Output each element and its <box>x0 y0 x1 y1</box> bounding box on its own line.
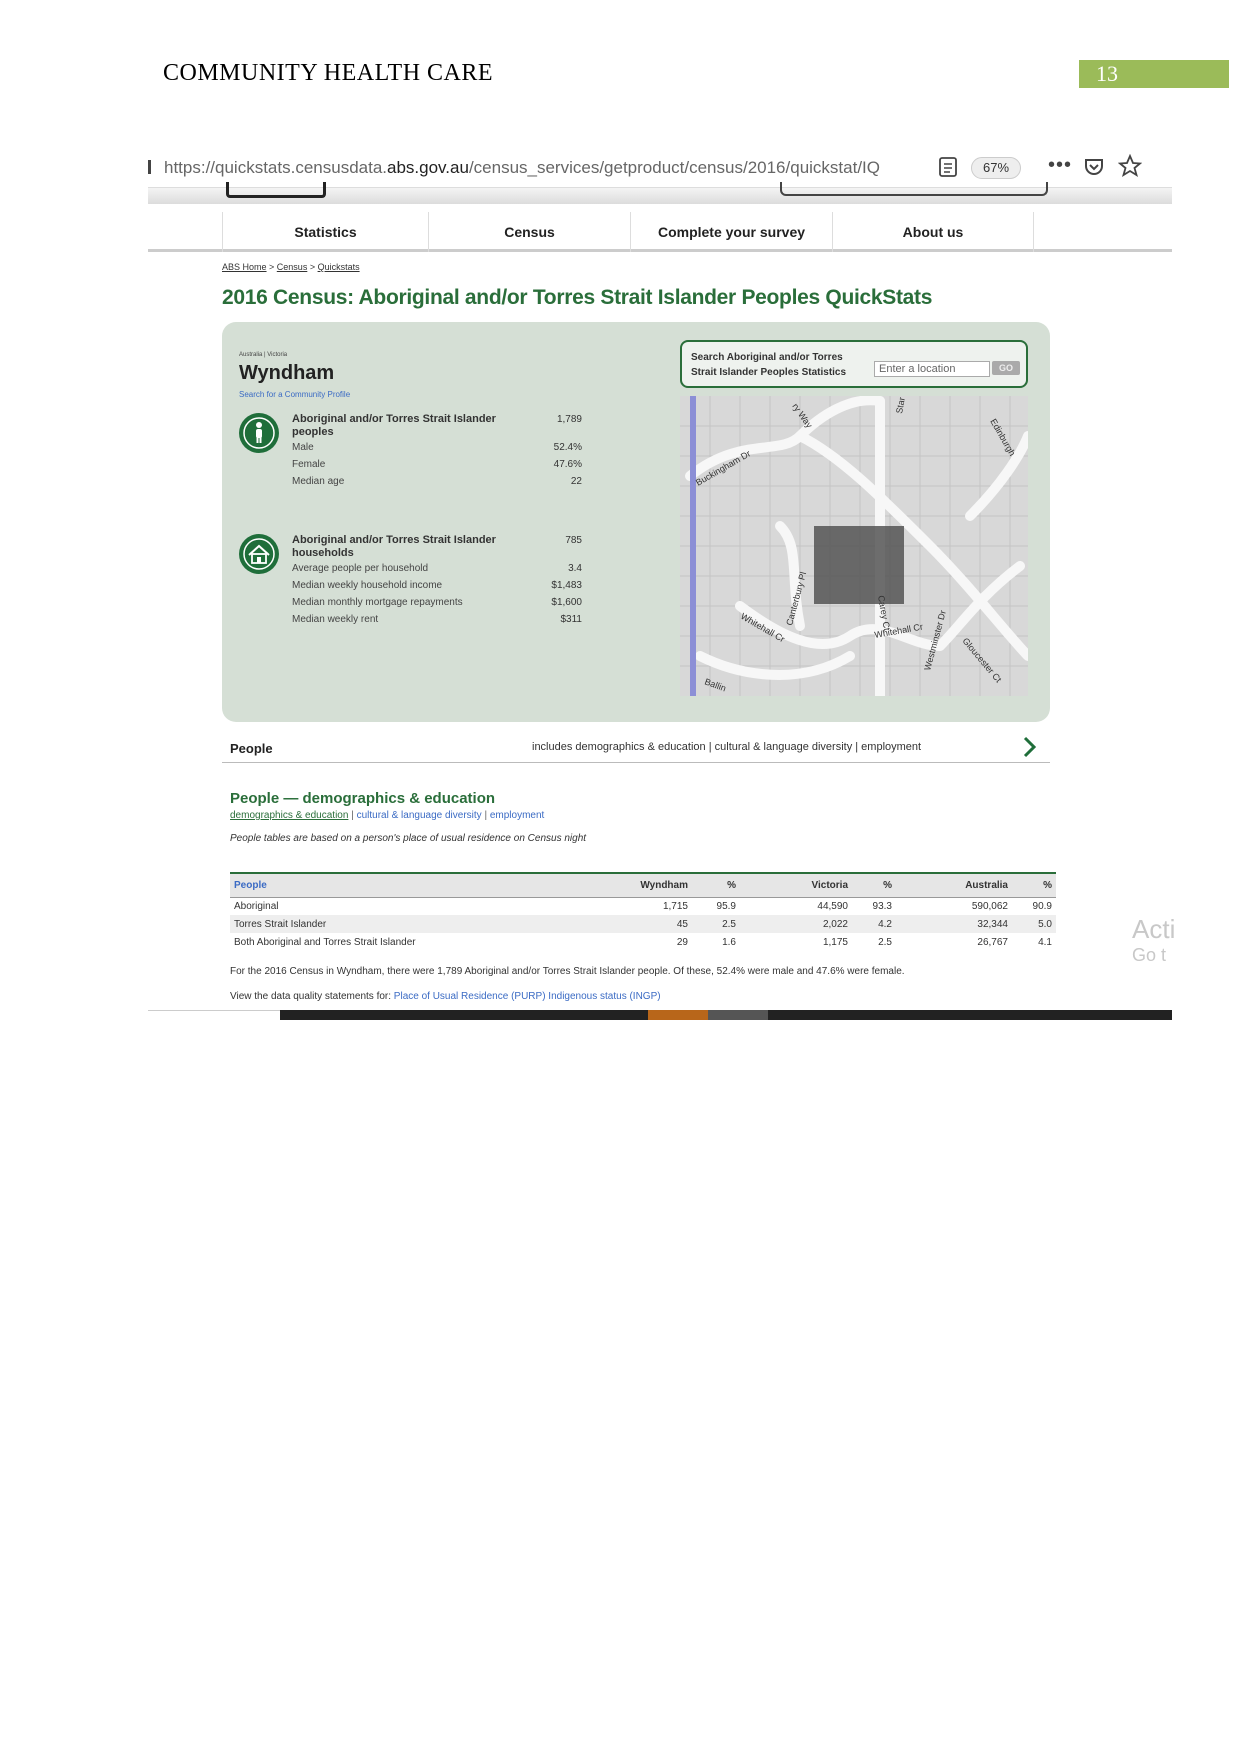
column-header: Australia <box>896 872 1012 898</box>
table-cell: 2,022 <box>740 915 852 933</box>
stat-value: 52.4% <box>553 442 582 453</box>
section-note: People tables are based on a person's pl… <box>230 833 587 844</box>
stat-label: Male <box>292 442 314 453</box>
link-cultural-diversity[interactable]: cultural & language diversity <box>357 810 482 821</box>
table-cell: 95.9 <box>716 900 736 912</box>
stat-value: 22 <box>570 476 582 487</box>
site-header-fragment <box>148 182 1172 204</box>
chevron-right-icon[interactable] <box>1017 735 1041 759</box>
reader-view-icon[interactable] <box>938 156 958 178</box>
breadcrumb-quickstats[interactable]: Quickstats <box>318 262 360 272</box>
nav-complete-survey[interactable]: Complete your survey <box>630 212 832 252</box>
house-icon <box>239 534 279 574</box>
section-title: People — demographics & education <box>230 790 496 807</box>
table-cell: 4.2 <box>852 915 896 933</box>
page-number-badge: 13 <box>1079 60 1229 88</box>
table-row: Torres Strait Islander 45 2.5 2,022 4.2 … <box>230 915 1056 933</box>
site-info-icon[interactable] <box>148 160 151 174</box>
table-cell: 32,344 <box>896 915 1012 933</box>
location-search-input[interactable]: Enter a location <box>874 361 990 377</box>
stat-value: 47.6% <box>553 459 582 470</box>
place-crumb[interactable]: Australia | Victoria <box>239 352 287 358</box>
table-cell: Aboriginal <box>234 900 279 912</box>
table-cell: 5.0 <box>1012 915 1056 933</box>
stat-value: $1,483 <box>551 580 582 591</box>
stat-value: 3.4 <box>568 563 582 574</box>
embedded-screenshot: https://quickstats.censusdata.abs.gov.au… <box>148 148 1172 1020</box>
table-row: Both Aboriginal and Torres Strait Island… <box>230 933 1056 951</box>
page-title: 2016 Census: Aboriginal and/or Torres St… <box>222 286 933 309</box>
go-button[interactable]: GO <box>992 361 1020 375</box>
stat-label: Median age <box>292 476 345 487</box>
table-cell: 26,767 <box>977 936 1008 948</box>
url-text[interactable]: https://quickstats.censusdata.abs.gov.au… <box>164 158 904 178</box>
quickstats-summary-panel: Australia | Victoria Wyndham Search for … <box>222 322 1050 722</box>
table-cell: 1,715 <box>662 900 688 912</box>
site-logo-fragment[interactable] <box>226 182 326 198</box>
table-cell: 93.3 <box>872 900 892 912</box>
activate-windows-watermark: Acti Go t <box>1132 914 1176 965</box>
table-row: Aboriginal 1,715 95.9 44,590 93.3 590,06… <box>230 897 1056 915</box>
nav-statistics[interactable]: Statistics <box>222 212 428 252</box>
table-cell: Both Aboriginal and Torres Strait Island… <box>234 936 416 948</box>
nav-about-us[interactable]: About us <box>832 212 1034 252</box>
search-label: Search Aboriginal and/or Torres Strait I… <box>691 352 847 378</box>
data-quality-link[interactable]: Place of Usual Residence (PURP) Indigeno… <box>394 991 661 1002</box>
table-cell: 2.5 <box>692 915 740 933</box>
table-cell: 4.1 <box>1038 936 1052 948</box>
section-links: demographics & education | cultural & la… <box>230 810 545 821</box>
table-cell: 44,590 <box>817 900 848 912</box>
site-search-fragment[interactable] <box>780 182 1048 196</box>
column-header: % <box>692 872 740 898</box>
data-quality-line: View the data quality statements for: Pl… <box>230 991 661 1002</box>
stat-label: Median weekly rent <box>292 614 379 625</box>
table-cell: 1.6 <box>722 936 736 948</box>
zoom-level-badge[interactable]: 67% <box>971 157 1021 179</box>
stat-value: $311 <box>560 614 582 625</box>
document-header-title: COMMUNITY HEALTH CARE <box>163 60 494 86</box>
census-footnote: For the 2016 Census in Wyndham, there we… <box>230 966 905 977</box>
table-cell: 2.5 <box>878 936 892 948</box>
table-cell: Torres Strait Islander <box>230 915 620 933</box>
people-topic-title: People <box>230 741 273 756</box>
breadcrumb-abs-home[interactable]: ABS Home <box>222 262 267 272</box>
people-total: 1,789 <box>556 414 582 425</box>
column-header: People <box>230 872 620 898</box>
main-navigation: Statistics Census Complete your survey A… <box>148 212 1172 252</box>
stat-label: Female <box>292 459 326 470</box>
column-header: % <box>852 872 896 898</box>
community-profile-link[interactable]: Search for a Community Profile <box>239 390 350 399</box>
table-cell: 1,175 <box>822 936 848 948</box>
place-name: Wyndham <box>239 362 335 384</box>
table-cell: 29 <box>676 936 688 948</box>
column-header: Wyndham <box>620 872 692 898</box>
stat-label: Average people per household <box>292 563 429 574</box>
column-header: % <box>1012 872 1056 898</box>
person-icon <box>239 413 279 453</box>
link-demographics[interactable]: demographics & education <box>230 810 348 821</box>
page-actions-icon[interactable]: ••• <box>1048 154 1072 177</box>
households-total: 785 <box>565 535 582 546</box>
breadcrumb: ABS Home > Census > Quickstats <box>222 262 360 272</box>
pocket-icon[interactable] <box>1083 156 1105 178</box>
nav-census[interactable]: Census <box>428 212 630 252</box>
people-table: People Wyndham % Victoria % Australia % … <box>230 872 1056 951</box>
table-cell: 590,062 <box>971 900 1008 912</box>
page-bottom-strip <box>148 1010 1172 1020</box>
table-cell: 45 <box>620 915 692 933</box>
stat-label: Median weekly household income <box>292 580 443 591</box>
location-map[interactable]: Buckingham Dr Canterbury Pl Whitehall Cr… <box>680 396 1028 696</box>
table-cell: 90.9 <box>1032 900 1052 912</box>
people-topic-links[interactable]: includes demographics & education | cult… <box>532 741 921 753</box>
location-search-box: Search Aboriginal and/or Torres Strait I… <box>680 340 1028 388</box>
breadcrumb-census[interactable]: Census <box>277 262 308 272</box>
link-employment[interactable]: employment <box>490 810 544 821</box>
column-header: Victoria <box>740 872 852 898</box>
bookmark-star-icon[interactable] <box>1118 154 1142 178</box>
people-topic-bar[interactable]: People includes demographics & education… <box>222 731 1050 763</box>
stat-label: Median monthly mortgage repayments <box>292 597 463 608</box>
stat-value: $1,600 <box>551 597 582 608</box>
